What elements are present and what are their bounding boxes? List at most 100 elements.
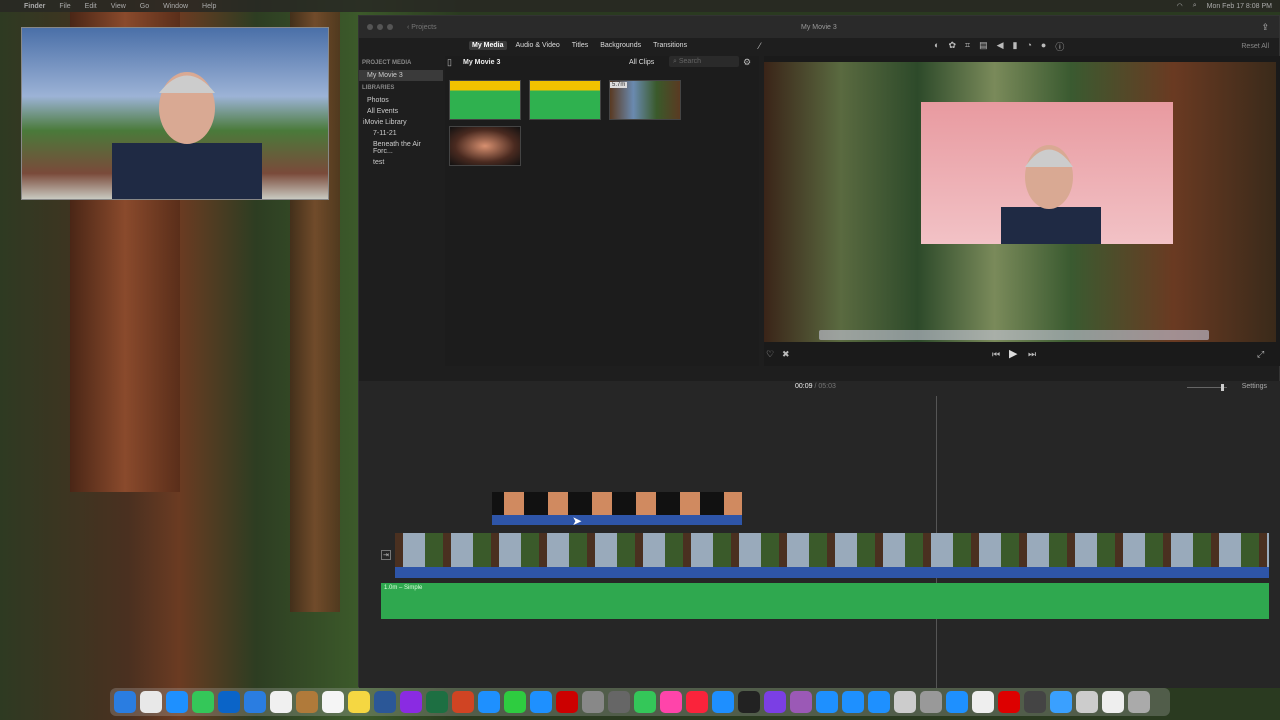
dock-app-icon[interactable] bbox=[686, 691, 708, 713]
dock-app-icon[interactable] bbox=[374, 691, 396, 713]
dock-app-icon[interactable] bbox=[244, 691, 266, 713]
stabilization-icon[interactable]: ▤ bbox=[979, 40, 988, 53]
tab-backgrounds[interactable]: Backgrounds bbox=[597, 41, 644, 50]
settings-icon[interactable]: ⚙ bbox=[743, 57, 751, 68]
main-video-clip[interactable] bbox=[395, 533, 1269, 567]
dock-app-icon[interactable] bbox=[270, 691, 292, 713]
dock-app-icon[interactable] bbox=[166, 691, 188, 713]
media-browser: ▯ My Movie 3 All Clips ⌕ Search ⚙ 5.7m bbox=[445, 56, 759, 366]
dock-app-icon[interactable] bbox=[920, 691, 942, 713]
all-clips-dropdown[interactable]: All Clips bbox=[629, 59, 654, 66]
tab-titles[interactable]: Titles bbox=[569, 41, 591, 50]
transition-icon[interactable]: ⇥ bbox=[381, 550, 391, 560]
color-balance-icon[interactable]: ◐ bbox=[934, 40, 939, 53]
cutaway-audio[interactable] bbox=[492, 515, 742, 525]
sidebar-item-event[interactable]: test bbox=[359, 157, 443, 168]
preview-video bbox=[764, 62, 1276, 342]
tab-audio-video[interactable]: Audio & Video bbox=[513, 41, 563, 50]
dock-app-icon[interactable] bbox=[1128, 691, 1150, 713]
dock-app-icon[interactable] bbox=[764, 691, 786, 713]
menu-view[interactable]: View bbox=[111, 3, 126, 10]
dock-app-icon[interactable] bbox=[1076, 691, 1098, 713]
menu-go[interactable]: Go bbox=[140, 3, 149, 10]
dock-app-icon[interactable] bbox=[426, 691, 448, 713]
info-icon[interactable]: ⓘ bbox=[1055, 40, 1064, 53]
share-icon[interactable]: ⇪ bbox=[1261, 22, 1269, 33]
dock-app-icon[interactable] bbox=[400, 691, 422, 713]
tab-my-media[interactable]: My Media bbox=[469, 41, 507, 50]
zoom-slider[interactable] bbox=[1187, 384, 1227, 391]
dock-app-icon[interactable] bbox=[478, 691, 500, 713]
sidebar-item-imovie-library[interactable]: iMovie Library bbox=[359, 117, 443, 128]
dock-app-icon[interactable] bbox=[1050, 691, 1072, 713]
media-clip[interactable] bbox=[449, 126, 521, 166]
dock-app-icon[interactable] bbox=[998, 691, 1020, 713]
sidebar-item-event[interactable]: Beneath the Air Forc... bbox=[359, 139, 443, 157]
dock-app-icon[interactable] bbox=[192, 691, 214, 713]
color-correction-icon[interactable]: ✿ bbox=[948, 40, 956, 53]
crop-icon[interactable]: ⌗ bbox=[965, 40, 970, 53]
menu-edit[interactable]: Edit bbox=[85, 3, 97, 10]
dock-app-icon[interactable] bbox=[114, 691, 136, 713]
fullscreen-icon[interactable]: ⤢ bbox=[1257, 349, 1264, 360]
background-music-clip[interactable]: 1.0m – Simple bbox=[381, 583, 1269, 619]
dock-app-icon[interactable] bbox=[140, 691, 162, 713]
dock-app-icon[interactable] bbox=[790, 691, 812, 713]
dock-app-icon[interactable] bbox=[608, 691, 630, 713]
sidebar-item-photos[interactable]: Photos bbox=[359, 95, 443, 106]
dock-app-icon[interactable] bbox=[218, 691, 240, 713]
menu-help[interactable]: Help bbox=[202, 3, 216, 10]
menu-file[interactable]: File bbox=[59, 3, 70, 10]
sidebar-toggle-icon[interactable]: ▯ bbox=[447, 57, 452, 68]
search-input[interactable]: ⌕ Search bbox=[669, 56, 739, 67]
menu-window[interactable]: Window bbox=[163, 3, 188, 10]
sidebar-item-project[interactable]: My Movie 3 bbox=[359, 70, 443, 81]
tab-transitions[interactable]: Transitions bbox=[650, 41, 690, 50]
equalizer-icon[interactable]: ▮ bbox=[1013, 40, 1018, 53]
main-clip-audio[interactable] bbox=[395, 567, 1269, 578]
media-clip[interactable]: 5.7m bbox=[609, 80, 681, 120]
dock-app-icon[interactable] bbox=[738, 691, 760, 713]
cutaway-clip[interactable] bbox=[492, 492, 742, 515]
reset-all-button[interactable]: Reset All bbox=[1241, 43, 1269, 50]
window-controls[interactable] bbox=[367, 24, 393, 30]
wifi-icon[interactable]: ◠ bbox=[1177, 2, 1183, 10]
dock-app-icon[interactable] bbox=[816, 691, 838, 713]
dock-app-icon[interactable] bbox=[296, 691, 318, 713]
dock-app-icon[interactable] bbox=[894, 691, 916, 713]
search-icon[interactable]: ⌕ bbox=[1193, 2, 1197, 10]
media-clip[interactable] bbox=[529, 80, 601, 120]
dock-app-icon[interactable] bbox=[504, 691, 526, 713]
dock-app-icon[interactable] bbox=[530, 691, 552, 713]
dock-app-icon[interactable] bbox=[842, 691, 864, 713]
magic-wand-icon[interactable]: ⁄ bbox=[759, 41, 761, 51]
skip-forward-icon[interactable]: ⏭ bbox=[1028, 349, 1036, 360]
dock-app-icon[interactable] bbox=[946, 691, 968, 713]
play-button[interactable]: ▶ bbox=[1009, 347, 1017, 360]
reject-icon[interactable]: ✖ bbox=[782, 349, 790, 360]
volume-icon[interactable]: ◀ bbox=[997, 40, 1004, 53]
media-clip[interactable] bbox=[449, 80, 521, 120]
sidebar-item-all-events[interactable]: All Events bbox=[359, 106, 443, 117]
clock[interactable]: Mon Feb 17 8:08 PM bbox=[1207, 3, 1272, 10]
dock-app-icon[interactable] bbox=[348, 691, 370, 713]
dock-app-icon[interactable] bbox=[452, 691, 474, 713]
speed-icon[interactable]: ◔ bbox=[1026, 40, 1031, 53]
menu-finder[interactable]: Finder bbox=[24, 3, 45, 10]
filter-icon[interactable]: ● bbox=[1041, 40, 1046, 53]
skip-back-icon[interactable]: ⏮ bbox=[992, 349, 1000, 360]
dock-app-icon[interactable] bbox=[868, 691, 890, 713]
dock-app-icon[interactable] bbox=[582, 691, 604, 713]
dock-app-icon[interactable] bbox=[322, 691, 344, 713]
dock-app-icon[interactable] bbox=[972, 691, 994, 713]
sidebar-item-event[interactable]: 7-11-21 bbox=[359, 128, 443, 139]
dock-app-icon[interactable] bbox=[556, 691, 578, 713]
projects-back-button[interactable]: ‹ Projects bbox=[407, 24, 437, 31]
dock-app-icon[interactable] bbox=[634, 691, 656, 713]
dock-app-icon[interactable] bbox=[660, 691, 682, 713]
dock-app-icon[interactable] bbox=[1024, 691, 1046, 713]
timeline-settings-button[interactable]: Settings bbox=[1242, 383, 1267, 390]
favorite-heart-icon[interactable]: ♡ bbox=[766, 349, 774, 360]
dock-app-icon[interactable] bbox=[712, 691, 734, 713]
dock-app-icon[interactable] bbox=[1102, 691, 1124, 713]
